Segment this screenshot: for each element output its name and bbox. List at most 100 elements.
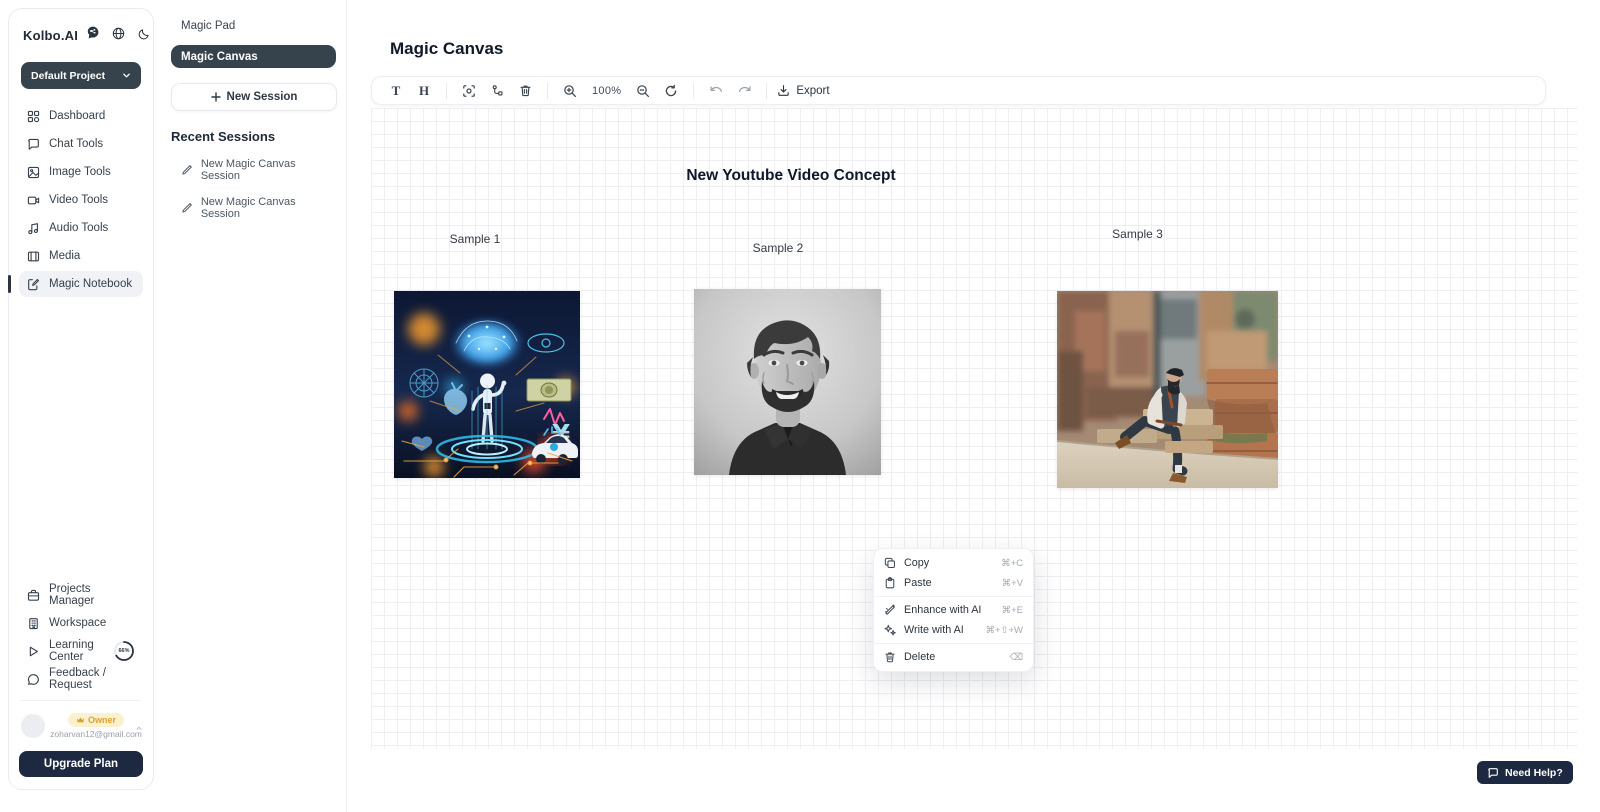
owner-badge: Owner: [68, 713, 124, 727]
app-root: Kolbo.AI Default Project Dashboard Chat …: [0, 0, 1600, 812]
need-help-label: Need Help?: [1505, 767, 1563, 779]
text-tool-button[interactable]: T: [384, 80, 408, 102]
zoom-out-icon: [636, 84, 650, 98]
nodes-flow-icon: [491, 84, 504, 97]
context-menu-label: Write with AI: [904, 624, 964, 636]
sidebar-item-label: Projects Manager: [49, 583, 135, 607]
sidebar-item-workspace[interactable]: Workspace: [19, 610, 143, 636]
toolbar-separator: [766, 83, 767, 99]
shortcut: ⌘+V: [1002, 578, 1023, 589]
context-menu-label: Paste: [904, 577, 932, 589]
learning-progress-value: 66%: [113, 640, 135, 662]
canvas-image-sample-1[interactable]: ¥: [394, 291, 580, 478]
help-chat-icon: [1487, 767, 1499, 779]
sample-3-label[interactable]: Sample 3: [1090, 227, 1185, 241]
sidebar-item-audio-tools[interactable]: Audio Tools: [19, 215, 143, 241]
sidebar-item-feedback-request[interactable]: Feedback / Request: [19, 666, 143, 692]
zoom-out-button[interactable]: [631, 80, 655, 102]
video-camera-icon: [27, 194, 40, 207]
sidebar-item-label: Audio Tools: [49, 222, 108, 234]
toolbar-separator: [446, 83, 447, 99]
heading-tool-button[interactable]: H: [412, 80, 436, 102]
sidebar-spacer: [19, 297, 143, 568]
context-menu-item-paste[interactable]: Paste ⌘+V: [874, 573, 1033, 593]
context-menu-item-write-with-ai[interactable]: Write with AI ⌘+⇧+W: [874, 620, 1033, 640]
new-session-button[interactable]: New Session: [171, 83, 337, 111]
sample-1-label[interactable]: Sample 1: [430, 232, 520, 246]
undo-button[interactable]: [704, 80, 728, 102]
context-menu: Copy ⌘+C Paste ⌘+V Enhance with AI ⌘+E W…: [873, 548, 1034, 672]
sidebar-item-image-tools[interactable]: Image Tools: [19, 159, 143, 185]
sidebar-item-chat-tools[interactable]: Chat Tools: [19, 131, 143, 157]
sidebar-item-label: Media: [49, 250, 80, 262]
canvas-image-sample-2[interactable]: [694, 289, 881, 475]
session-item[interactable]: New Magic Canvas Session: [171, 158, 336, 182]
building-icon: [27, 617, 40, 630]
panel-item-label: Magic Pad: [181, 20, 235, 32]
redo-button[interactable]: [732, 80, 756, 102]
new-session-label: New Session: [227, 91, 298, 103]
upgrade-plan-button[interactable]: Upgrade Plan: [19, 751, 143, 777]
crown-icon: [76, 716, 85, 724]
sidebar-item-video-tools[interactable]: Video Tools: [19, 187, 143, 213]
sidebar-item-projects-manager[interactable]: Projects Manager: [19, 582, 143, 608]
canvas-heading-text[interactable]: New Youtube Video Concept: [561, 167, 1021, 185]
panel-item-magic-canvas[interactable]: Magic Canvas: [171, 45, 336, 68]
canvas-image-sample-3[interactable]: [1057, 291, 1278, 488]
sidebar-item-media[interactable]: Media: [19, 243, 143, 269]
dark-mode-moon-icon[interactable]: [138, 27, 150, 45]
delete-tool-button[interactable]: [513, 80, 537, 102]
context-menu-item-copy[interactable]: Copy ⌘+C: [874, 553, 1033, 573]
toolbar-separator: [547, 83, 548, 99]
image-icon: [27, 166, 40, 179]
sample-2-label[interactable]: Sample 2: [733, 241, 823, 255]
flow-tool-button[interactable]: [485, 80, 509, 102]
shortcut: ⌘+C: [1001, 558, 1023, 569]
panel-item-magic-pad[interactable]: Magic Pad: [171, 14, 336, 38]
session-label: New Magic Canvas Session: [201, 158, 336, 182]
context-menu-divider: [874, 643, 1033, 644]
chevron-down-icon: [122, 71, 131, 80]
play-icon: [27, 645, 40, 658]
project-selector[interactable]: Default Project: [21, 62, 141, 89]
media-folder-icon: [27, 250, 40, 263]
sidebar-item-magic-notebook[interactable]: Magic Notebook: [19, 271, 143, 297]
trash-icon: [884, 651, 896, 663]
context-menu-label: Copy: [904, 557, 929, 569]
user-account[interactable]: Owner zoharvan12@gmail.com: [19, 709, 143, 741]
need-help-button[interactable]: Need Help?: [1477, 761, 1573, 784]
reset-view-button[interactable]: [659, 80, 683, 102]
language-globe-icon[interactable]: [112, 27, 125, 45]
user-email: zoharvan12@gmail.com: [50, 729, 142, 739]
page-title: Magic Canvas: [390, 39, 503, 59]
pencil-icon: [181, 164, 193, 176]
project-selector-label: Default Project: [31, 70, 105, 82]
zoom-in-button[interactable]: [558, 80, 582, 102]
panel-item-label: Magic Canvas: [181, 51, 258, 63]
redo-icon: [737, 84, 752, 97]
chat-bubble-icon: [27, 138, 40, 151]
divider: [21, 700, 141, 701]
feedback-chat-icon: [27, 673, 40, 686]
sidebar-item-dashboard[interactable]: Dashboard: [19, 103, 143, 129]
sidebar-item-label: Chat Tools: [49, 138, 103, 150]
paste-icon: [884, 577, 896, 589]
sidebar-footer-nav: Projects Manager Workspace Learning Cent…: [19, 582, 143, 692]
brain-logo-icon: [85, 25, 101, 46]
sidebar-item-label: Feedback / Request: [49, 667, 135, 691]
avatar: [21, 714, 45, 738]
tool-panel: Magic Pad Magic Canvas New Session Recen…: [155, 0, 347, 812]
sidebar-item-label: Image Tools: [49, 166, 111, 178]
export-button[interactable]: Export: [777, 84, 829, 97]
context-menu-item-enhance-with-ai[interactable]: Enhance with AI ⌘+E: [874, 600, 1033, 620]
session-item[interactable]: New Magic Canvas Session: [171, 196, 336, 220]
undo-icon: [709, 84, 724, 97]
sidebar-item-learning-center[interactable]: Learning Center 66%: [19, 638, 143, 664]
zoom-level: 100%: [592, 85, 621, 97]
context-menu-item-delete[interactable]: Delete ⌫: [874, 647, 1033, 667]
toolbar-separator: [693, 83, 694, 99]
notebook-pencil-icon: [27, 278, 40, 291]
context-menu-label: Delete: [904, 651, 935, 663]
export-label: Export: [796, 85, 829, 97]
ai-select-tool-button[interactable]: [457, 80, 481, 102]
